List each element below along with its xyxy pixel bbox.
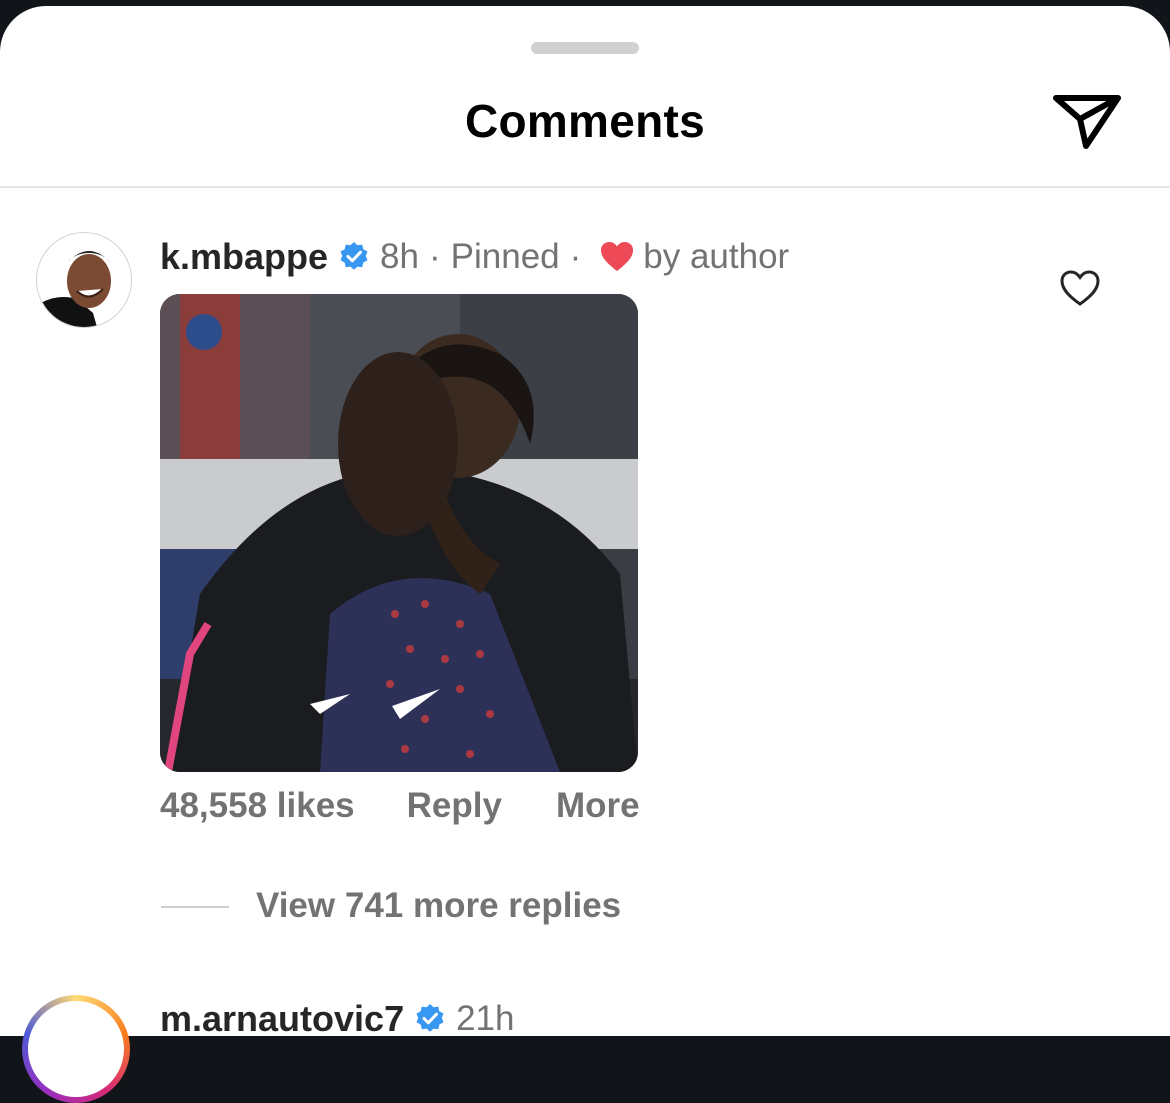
comment-time: 8h xyxy=(380,237,419,276)
verified-badge-icon xyxy=(340,242,368,270)
view-replies-button[interactable]: View 741 more replies xyxy=(256,886,621,926)
comment-meta: m.arnautovic7 21h xyxy=(160,998,515,1040)
replies-divider-line xyxy=(161,906,229,908)
verified-badge-icon xyxy=(416,1004,444,1032)
comment-time: 21h xyxy=(456,999,515,1038)
reply-button[interactable]: Reply xyxy=(407,786,502,826)
paper-plane-icon xyxy=(1053,95,1121,149)
separator: · xyxy=(428,237,441,276)
like-button[interactable] xyxy=(1058,268,1102,308)
likes-count[interactable]: 48,558 likes xyxy=(160,786,355,826)
comments-sheet: Comments k.mbappe 8h · Pinned · by autho… xyxy=(0,6,1170,1103)
header-divider xyxy=(0,186,1170,188)
comment-gif[interactable] xyxy=(160,294,638,772)
page-title: Comments xyxy=(464,95,706,147)
share-button[interactable] xyxy=(1050,88,1124,152)
heart-filled-icon xyxy=(601,242,634,271)
username[interactable]: m.arnautovic7 xyxy=(160,998,404,1040)
liked-by-author-label: by author xyxy=(643,237,790,276)
more-button[interactable]: More xyxy=(556,786,640,826)
heart-outline-icon xyxy=(1060,270,1100,306)
username[interactable]: k.mbappe xyxy=(160,236,328,278)
comment-meta: k.mbappe 8h · Pinned · by author xyxy=(160,232,789,282)
separator: · xyxy=(569,237,582,276)
comment-actions: 48,558 likes Reply More xyxy=(160,786,640,826)
avatar-story-ring[interactable] xyxy=(22,995,130,1103)
sheet-grabber[interactable] xyxy=(531,42,639,54)
pinned-label: Pinned xyxy=(450,237,560,276)
avatar[interactable] xyxy=(36,232,132,328)
